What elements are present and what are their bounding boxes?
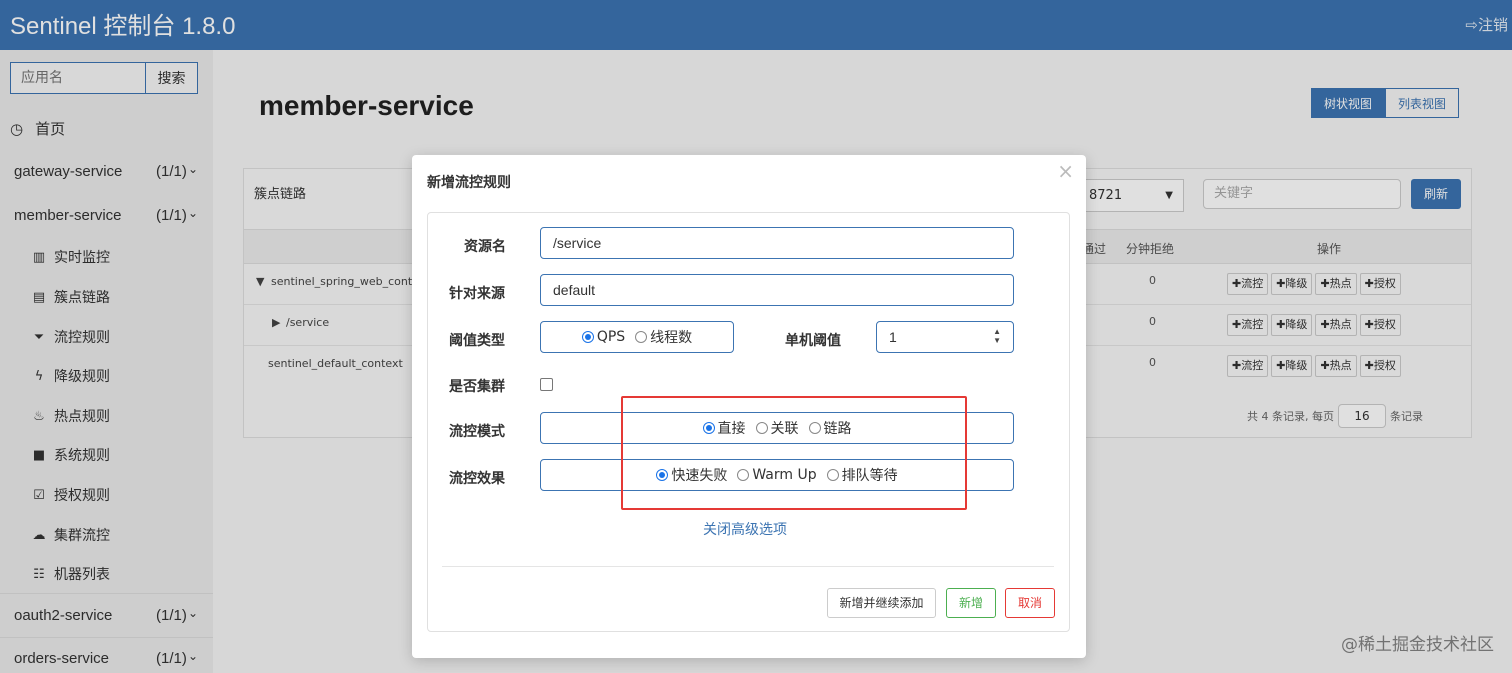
flow-effect-label: 流控效果 <box>449 471 505 487</box>
source-label: 针对来源 <box>449 286 505 302</box>
flow-mode-label: 流控模式 <box>449 424 505 440</box>
cancel-button[interactable]: 取消 <box>1005 588 1055 618</box>
close-icon[interactable]: × <box>1057 159 1074 183</box>
single-threshold-label: 单机阈值 <box>785 333 841 349</box>
cluster-label: 是否集群 <box>449 379 505 395</box>
watermark: @稀土掘金技术社区 <box>1341 635 1494 655</box>
add-and-continue-button[interactable]: 新增并继续添加 <box>827 588 936 618</box>
number-stepper-icon[interactable]: ▲ ▼ <box>993 327 1001 345</box>
resource-label: 资源名 <box>464 239 506 255</box>
radio-button[interactable] <box>635 331 648 343</box>
radio-thread-count[interactable]: 线程数 <box>635 327 692 347</box>
add-button[interactable]: 新增 <box>946 588 996 618</box>
radio-button-selected[interactable] <box>581 331 594 343</box>
divider <box>442 566 1054 567</box>
resource-input[interactable]: /service <box>540 227 1014 259</box>
toggle-advanced-options-link[interactable]: 关闭高级选项 <box>703 519 787 539</box>
highlight-box <box>621 396 967 510</box>
single-threshold-input[interactable]: 1 ▲ ▼ <box>876 321 1014 353</box>
cluster-checkbox[interactable] <box>540 378 553 391</box>
source-input[interactable]: default <box>540 274 1014 306</box>
threshold-type-radio-group: QPS 线程数 <box>540 321 734 353</box>
threshold-type-label: 阈值类型 <box>449 333 505 349</box>
radio-qps[interactable]: QPS <box>581 329 625 345</box>
dialog-title: 新增流控规则 <box>427 175 511 191</box>
